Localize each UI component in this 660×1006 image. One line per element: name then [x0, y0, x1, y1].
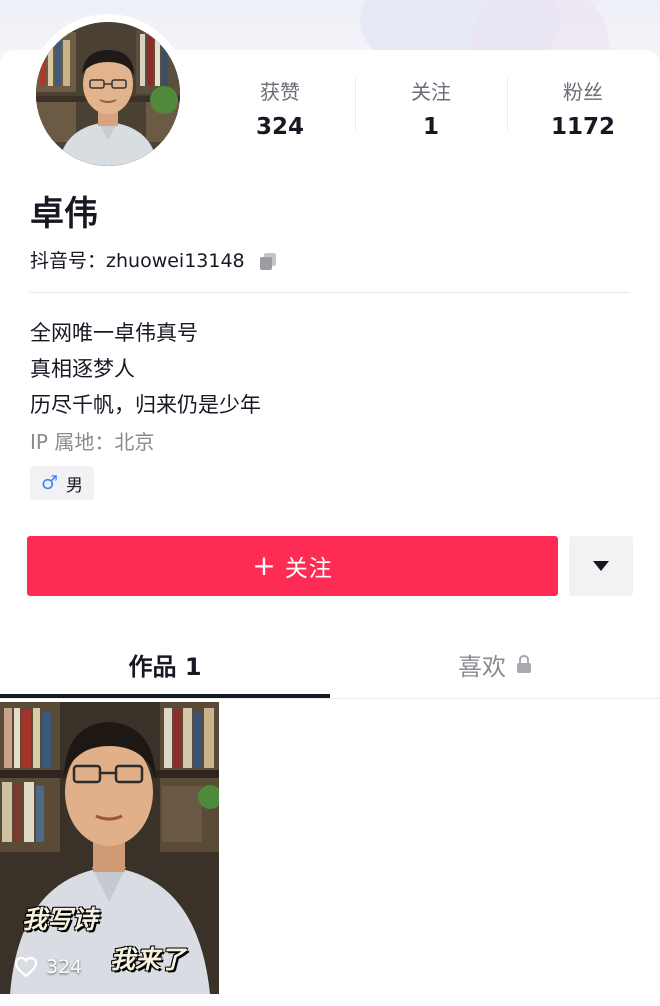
avatar-photo	[36, 22, 180, 166]
stat-followers-value: 1172	[550, 114, 615, 140]
bio-line: 真相逐梦人	[30, 357, 135, 381]
tab-likes[interactable]: 喜欢	[330, 634, 660, 694]
bio-line: 全网唯一卓伟真号	[30, 321, 198, 345]
stat-divider	[507, 78, 508, 130]
video-caption-line1: 我写诗	[22, 905, 98, 934]
video-thumbnail[interactable]: 我写诗 我来了 324	[0, 702, 219, 994]
tab-likes-label: 喜欢	[458, 652, 506, 681]
heart-outline-icon	[14, 956, 38, 978]
tab-works-label: 作品 1	[128, 652, 202, 681]
section-divider	[30, 292, 630, 293]
gender-label: 男	[66, 475, 84, 496]
stat-divider	[355, 78, 356, 130]
stat-likes[interactable]: 获赞 324	[205, 80, 355, 142]
stat-followers[interactable]: 粉丝 1172	[508, 80, 658, 142]
follow-button[interactable]: + 关注	[27, 536, 558, 596]
tabs-divider	[0, 698, 660, 699]
douyin-id-label: 抖音号：	[30, 250, 107, 272]
gender-tag: ♂ 男	[30, 466, 94, 500]
stats-bar: 获赞 324 关注 1 粉丝 1172	[200, 80, 660, 140]
stat-following-value: 1	[422, 114, 439, 140]
douyin-id-value: zhuowei13148	[106, 250, 245, 272]
video-like-count-value: 324	[46, 956, 83, 978]
lock-icon	[517, 654, 531, 673]
bio-line: 历尽千帆，归来仍是少年	[30, 393, 261, 417]
follow-button-label: 关注	[284, 556, 333, 582]
caret-down-icon	[593, 561, 609, 571]
content-tabs: 作品 1 喜欢	[0, 634, 660, 698]
video-caption-line2: 我来了	[110, 945, 186, 974]
stat-following-label: 关注	[411, 80, 451, 104]
video-like-count: 324	[14, 956, 82, 978]
plus-icon: +	[252, 549, 277, 582]
profile-name: 卓伟	[30, 194, 98, 234]
more-options-button[interactable]	[569, 536, 633, 596]
bio: 全网唯一卓伟真号 真相逐梦人 历尽千帆，归来仍是少年	[30, 315, 261, 423]
tab-works[interactable]: 作品 1	[0, 634, 330, 694]
copy-icon[interactable]	[257, 250, 279, 272]
stat-likes-label: 获赞	[260, 80, 300, 104]
stat-followers-label: 粉丝	[563, 80, 603, 104]
douyin-id: 抖音号： zhuowei13148	[30, 248, 279, 274]
stat-following[interactable]: 关注 1	[356, 80, 506, 142]
ip-location: IP 属地：北京	[30, 430, 155, 454]
male-symbol-icon: ♂	[40, 472, 59, 494]
stat-likes-value: 324	[255, 114, 304, 140]
avatar[interactable]	[28, 14, 188, 174]
copy-icon-svg	[259, 253, 276, 270]
avatar-image	[36, 22, 180, 166]
